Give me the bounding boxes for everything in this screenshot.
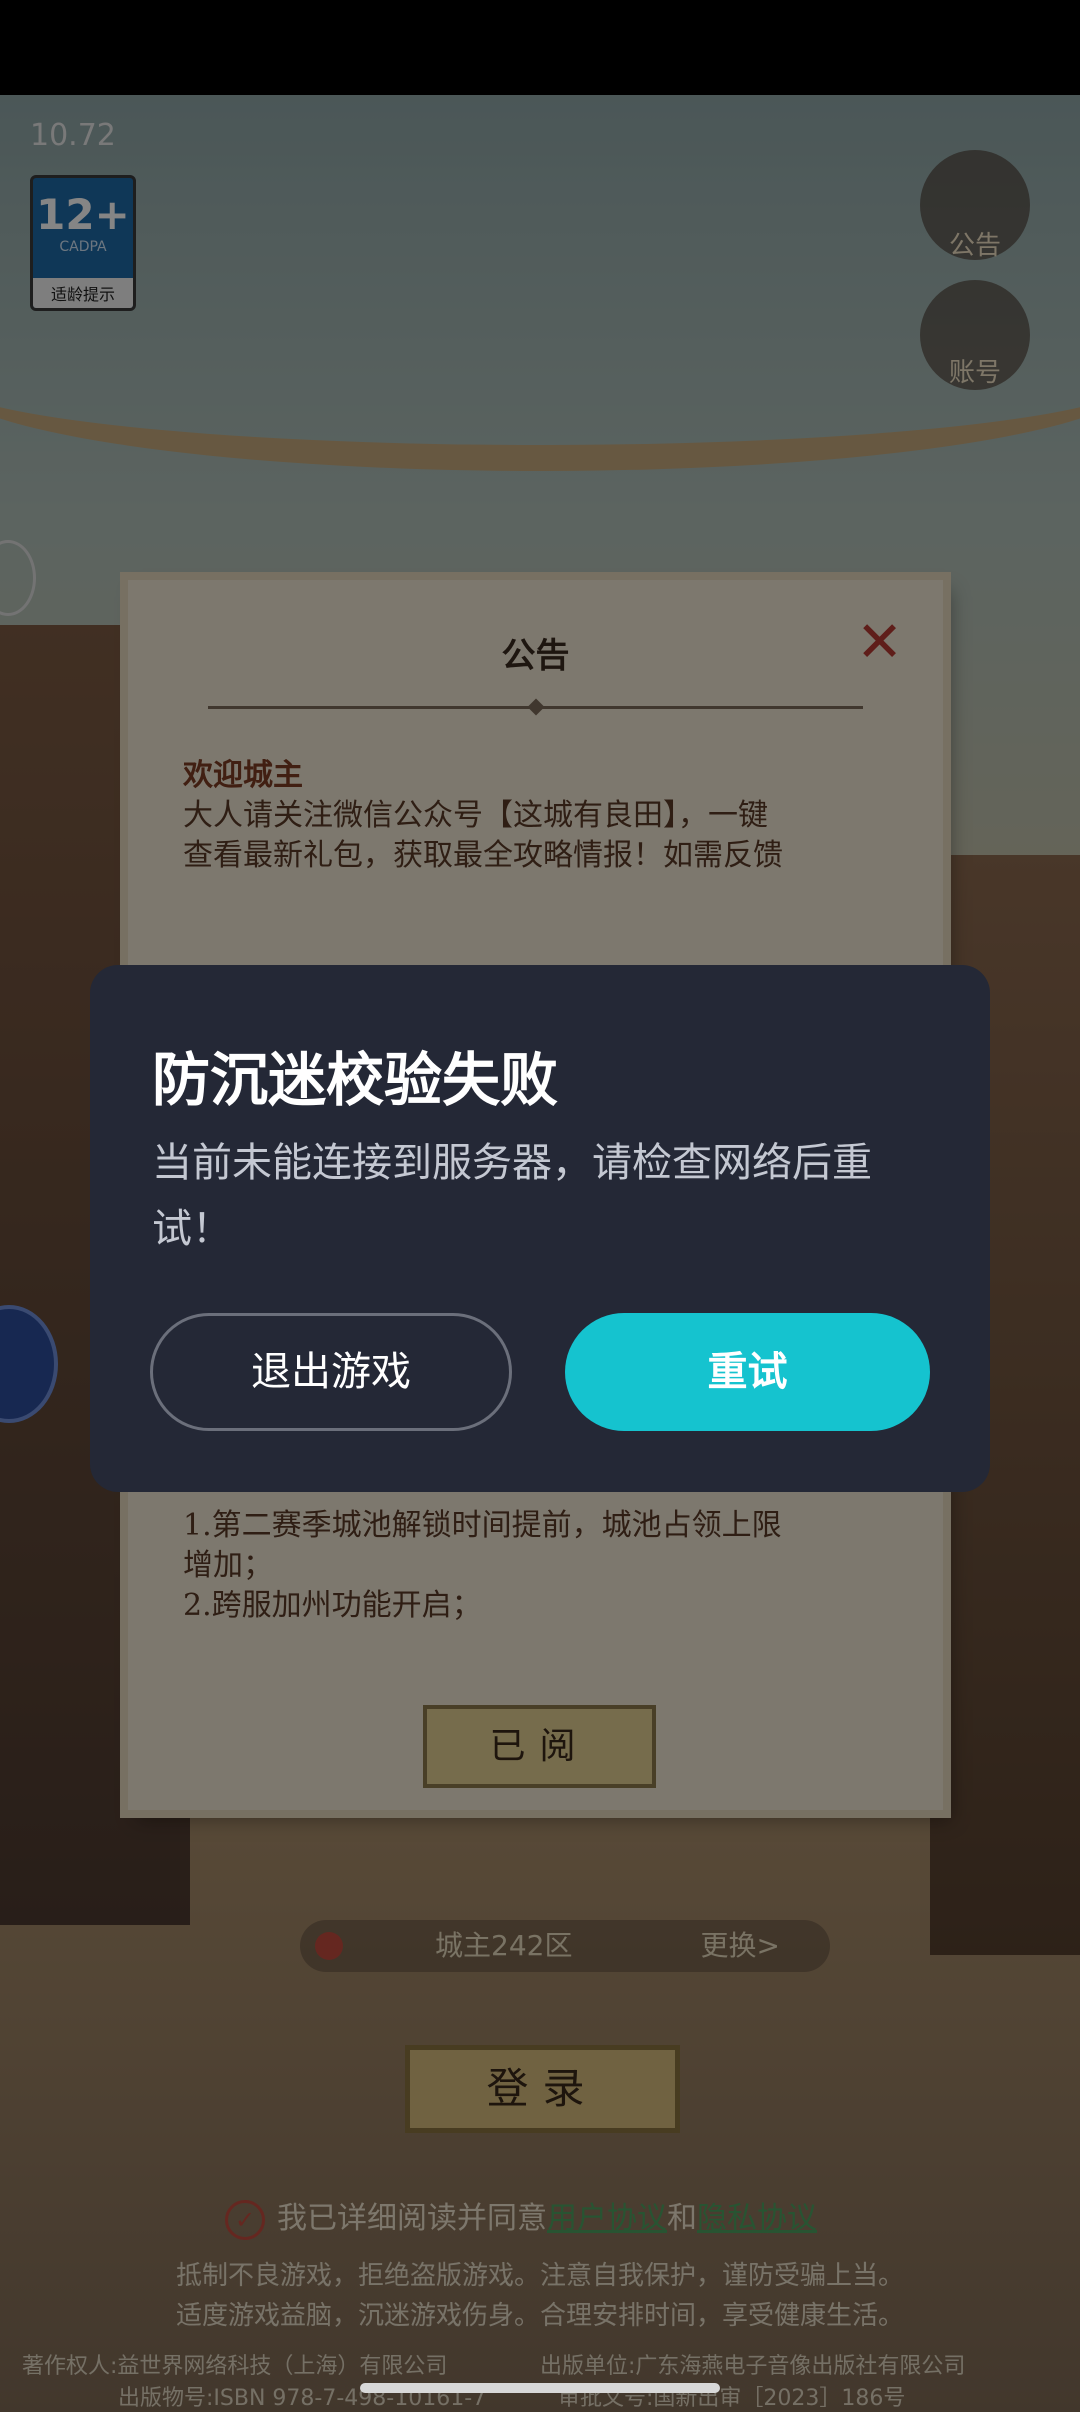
retry-button[interactable]: 重试 <box>565 1313 930 1431</box>
navigation-handle[interactable] <box>360 2383 720 2393</box>
anti-addiction-dialog: 防沉迷校验失败 当前未能连接到服务器，请检查网络后重试！ 退出游戏 重试 <box>90 965 990 1492</box>
exit-game-button[interactable]: 退出游戏 <box>150 1313 512 1431</box>
dialog-message: 当前未能连接到服务器，请检查网络后重试！ <box>152 1140 872 1252</box>
dialog-title: 防沉迷校验失败 <box>152 1046 559 1114</box>
